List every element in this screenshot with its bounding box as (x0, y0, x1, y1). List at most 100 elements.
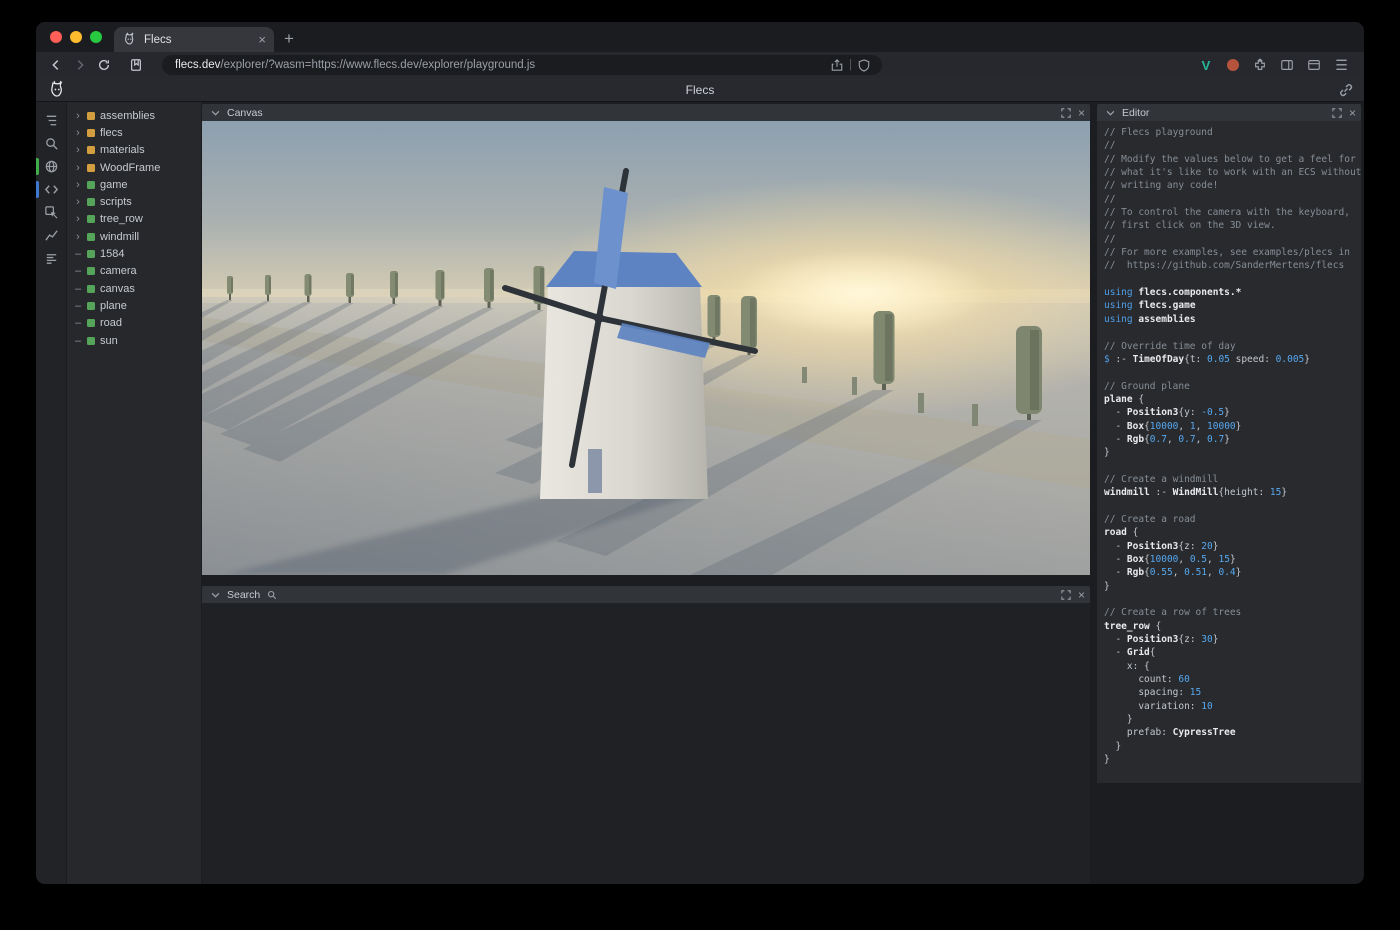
tab-close-icon[interactable]: × (258, 32, 266, 47)
close-panel-icon[interactable]: × (1349, 108, 1356, 118)
tree-item-1584[interactable]: –1584 (67, 245, 201, 262)
shield-icon[interactable] (854, 56, 874, 74)
code-line: } (1104, 713, 1361, 726)
entity-kind-icon (87, 146, 95, 154)
back-button[interactable] (44, 55, 68, 75)
page-title: Flecs (36, 83, 1364, 97)
side-panel-icon[interactable] (1278, 56, 1296, 74)
code-line: // Create a row of trees (1104, 606, 1361, 619)
editor-panel-title: Editor (1122, 107, 1149, 119)
entity-label: assemblies (100, 110, 155, 122)
tab-strip: Flecs × + (36, 22, 1364, 52)
leaf-dash-icon: – (74, 301, 82, 311)
tree-item-camera[interactable]: –camera (67, 263, 201, 280)
tree-item-windmill[interactable]: › windmill (67, 228, 201, 245)
browser-menu-icon[interactable]: ☰ (1332, 56, 1350, 74)
search-results-area (202, 603, 1090, 884)
expand-chevron-icon[interactable]: › (74, 232, 82, 242)
inspector-icon[interactable] (36, 201, 66, 224)
browser-tab-flecs[interactable]: Flecs × (114, 27, 274, 52)
v-extension-icon[interactable]: V (1197, 56, 1215, 74)
fullscreen-icon[interactable] (1059, 107, 1073, 119)
extensions-puzzle-icon[interactable] (1251, 56, 1269, 74)
zoom-window-button[interactable] (90, 31, 102, 43)
code-line (1104, 326, 1361, 339)
tree-item-flecs[interactable]: ›flecs (67, 124, 201, 141)
leaf-dash-icon: – (74, 318, 82, 328)
fullscreen-icon[interactable] (1059, 589, 1073, 601)
collapse-chevron-icon[interactable] (208, 107, 222, 119)
close-panel-icon[interactable]: × (1078, 590, 1085, 600)
tree-item-sun[interactable]: –sun (67, 332, 201, 349)
expand-chevron-icon[interactable]: › (74, 163, 82, 173)
fullscreen-icon[interactable] (1330, 107, 1344, 119)
collapse-chevron-icon[interactable] (1103, 107, 1117, 119)
tree-item-assemblies[interactable]: › assemblies (67, 107, 201, 124)
code-line: using flecs.game (1104, 299, 1361, 312)
chart-icon[interactable] (36, 224, 66, 247)
address-bar[interactable]: flecs.dev /explorer/?wasm=https://www.fl… (162, 55, 882, 75)
expand-chevron-icon[interactable]: › (74, 145, 82, 155)
tree-item-WoodFrame[interactable]: ›WoodFrame (67, 159, 201, 176)
stats-list-icon[interactable] (36, 247, 66, 270)
code-editor[interactable]: // Flecs playground//// Modify the value… (1097, 121, 1361, 783)
minimize-window-button[interactable] (70, 31, 82, 43)
canvas-panel-title: Canvas (227, 107, 263, 119)
pill-divider: | (847, 59, 854, 71)
code-line: // what it's like to work with an ECS wi… (1104, 166, 1361, 179)
tree-item-materials[interactable]: ›materials (67, 142, 201, 159)
entity-tree-list: › assemblies ›flecs›materials›WoodFrame›ga… (67, 107, 201, 349)
entity-kind-icon (87, 181, 95, 189)
code-line (1104, 593, 1361, 606)
code-line: using assemblies (1104, 313, 1361, 326)
share-link-icon[interactable] (1338, 82, 1354, 98)
entity-tree-icon[interactable] (36, 109, 66, 132)
expand-chevron-icon[interactable]: › (74, 128, 82, 138)
entity-label: windmill (100, 231, 139, 243)
code-editor-icon[interactable] (36, 178, 66, 201)
tree-item-tree_row[interactable]: ›tree_row (67, 211, 201, 228)
url-path: /explorer/?wasm=https://www.flecs.dev/ex… (220, 59, 827, 71)
tree-item-plane[interactable]: –plane (67, 297, 201, 314)
expand-chevron-icon[interactable]: › (74, 197, 82, 207)
new-tab-button[interactable]: + (274, 29, 306, 52)
flecs-favicon-icon (122, 32, 137, 47)
code-line: // (1104, 193, 1361, 206)
canvas-world-icon[interactable] (36, 155, 66, 178)
tab-group-icon[interactable] (1305, 56, 1323, 74)
code-line: - Position3{z: 20} (1104, 540, 1361, 553)
editor-panel-header: Editor × (1097, 104, 1361, 121)
share-icon[interactable] (827, 56, 847, 74)
entity-label: camera (100, 265, 137, 277)
search-panel: Search × (202, 586, 1090, 884)
close-window-button[interactable] (50, 31, 62, 43)
3d-canvas[interactable] (202, 121, 1090, 575)
extension-dot-icon[interactable] (1224, 56, 1242, 74)
code-line: } (1104, 446, 1361, 459)
expand-chevron-icon[interactable]: › (74, 111, 82, 121)
code-line (1104, 273, 1361, 286)
reload-button[interactable] (92, 55, 116, 75)
collapse-chevron-icon[interactable] (208, 589, 222, 601)
code-line: plane { (1104, 393, 1361, 406)
editor-column: Editor × // Flecs playground//// Modify … (1097, 102, 1361, 783)
tree-item-canvas[interactable]: –canvas (67, 280, 201, 297)
expand-chevron-icon[interactable]: › (74, 180, 82, 190)
leaf-dash-icon: – (74, 336, 82, 346)
tree-item-scripts[interactable]: › scripts (67, 193, 201, 210)
entity-label: canvas (100, 283, 135, 295)
close-panel-icon[interactable]: × (1078, 108, 1085, 118)
expand-chevron-icon[interactable]: › (74, 214, 82, 224)
bookmark-panel-icon[interactable] (124, 55, 148, 75)
entity-label: road (100, 317, 122, 329)
code-line: count: 60 (1104, 673, 1361, 686)
code-line: tree_row { (1104, 620, 1361, 633)
window-controls (36, 22, 114, 52)
forward-button[interactable] (68, 55, 92, 75)
tree-item-road[interactable]: – road (67, 315, 201, 332)
tree-item-game[interactable]: ›game (67, 176, 201, 193)
search-icon (265, 589, 279, 601)
search-panel-icon[interactable] (36, 132, 66, 155)
entity-label: scripts (100, 196, 132, 208)
browser-toolbar: flecs.dev /explorer/?wasm=https://www.fl… (36, 52, 1364, 78)
